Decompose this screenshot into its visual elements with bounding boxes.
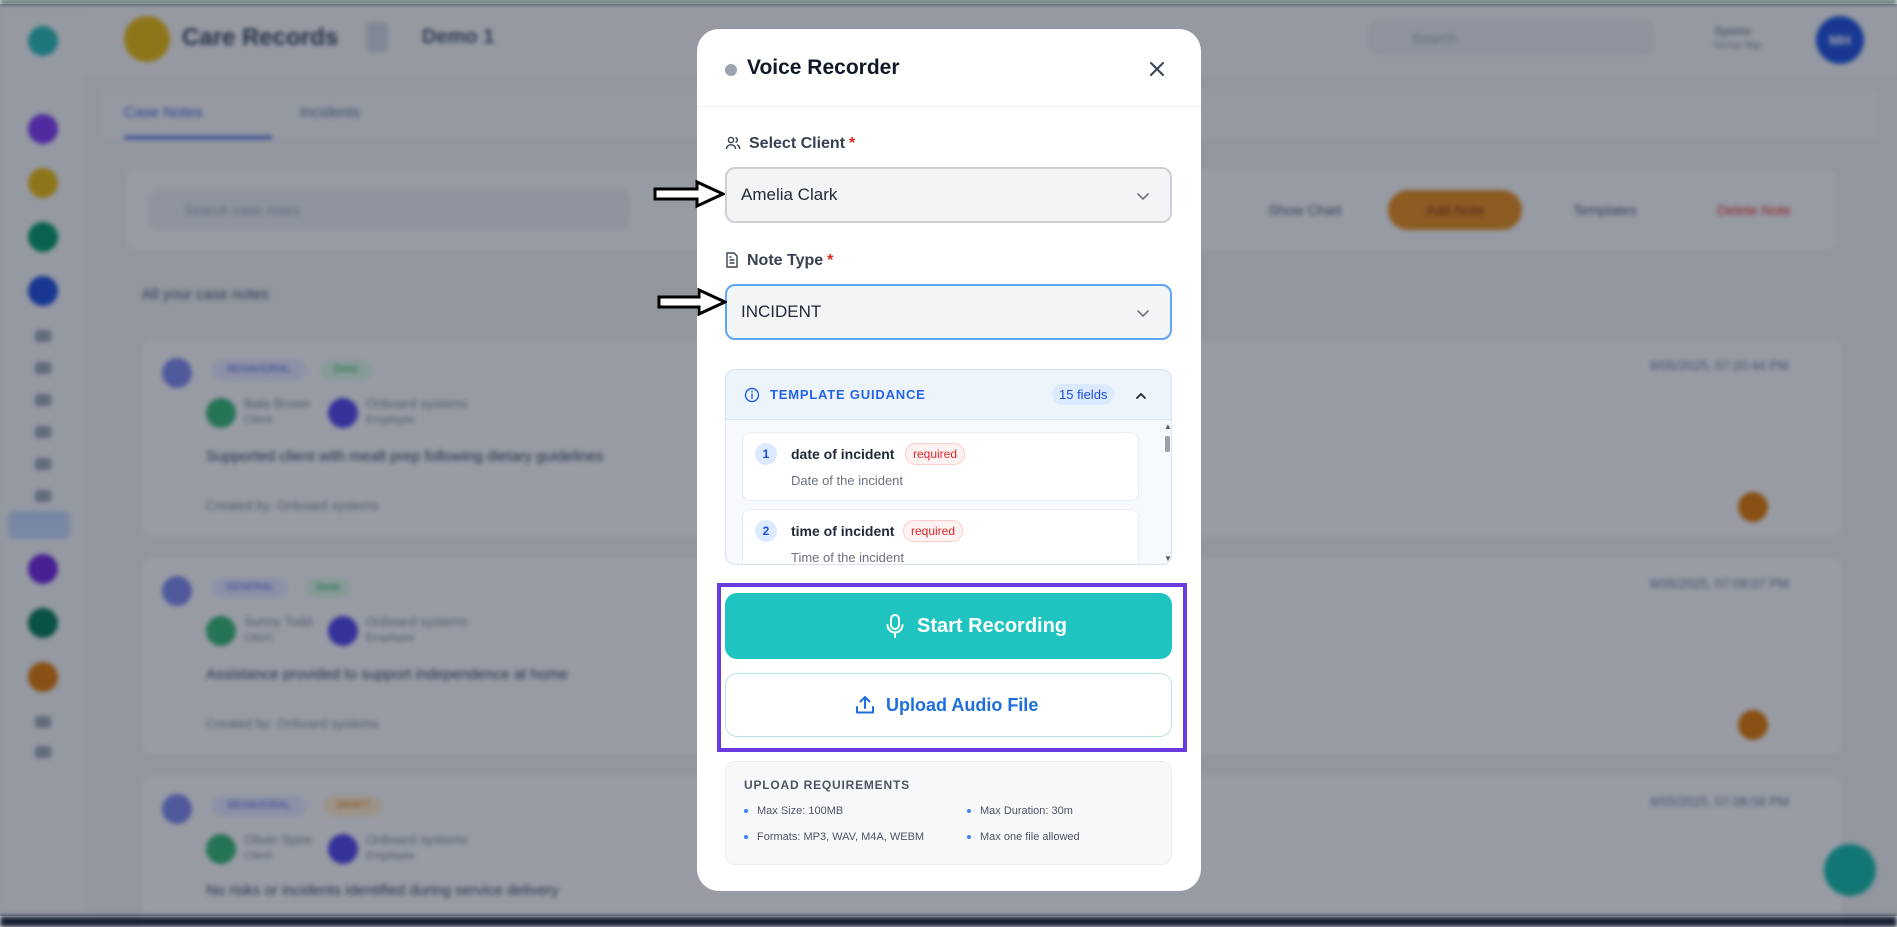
modal-title: Voice Recorder [747,56,900,79]
client-label: Select Client * [725,135,855,156]
required-badge: required [905,443,966,465]
required-badge: required [903,520,964,542]
field-name: time of incident [791,523,895,539]
client-label-text: Select Client [749,135,846,152]
users-icon [725,135,741,156]
scroll-down-arrow-icon[interactable]: ▼ [1164,554,1171,563]
client-select[interactable]: Amelia Clark [725,167,1172,223]
note-type-select-value: INCIDENT [741,302,822,321]
requirement-max-size: Max Size: 100MB [743,805,844,817]
chevron-up-icon[interactable] [1135,389,1147,407]
scroll-up-arrow-icon[interactable]: ▲ [1164,422,1171,431]
requirement-formats: Formats: MP3, WAV, M4A, WEBM [743,831,925,843]
template-guidance-header[interactable]: TEMPLATE GUIDANCE 15 fields [726,370,1171,420]
field-description: Time of the incident [791,550,904,565]
template-field-item: 1 date of incident required Date of the … [742,432,1139,501]
required-asterisk: * [849,135,856,152]
fields-count-badge: 15 fields [1052,384,1115,405]
recording-status-dot [725,64,737,76]
template-fields-list: 1 date of incident required Date of the … [742,432,1139,565]
template-guidance-panel: TEMPLATE GUIDANCE 15 fields 1 date of in… [725,369,1172,565]
template-guidance-title: TEMPLATE GUIDANCE [770,387,926,402]
close-icon[interactable] [1142,54,1172,84]
arrow-right-icon [657,287,727,317]
requirement-max-duration: Max Duration: 30m [967,805,1073,817]
info-icon [744,387,760,408]
field-description: Date of the incident [791,473,904,488]
required-asterisk: * [827,252,834,269]
upload-requirements: UPLOAD REQUIREMENTS Max Size: 100MB Max … [725,761,1172,865]
chevron-down-icon [1136,306,1150,325]
document-icon [725,252,739,273]
note-type-label: Note Type * [725,252,833,273]
modal-header: Voice Recorder [697,29,1201,107]
field-name: date of incident [791,446,895,462]
arrow-right-icon [653,179,725,209]
highlight-box [717,583,1187,752]
note-type-label-text: Note Type [747,252,824,269]
taskbar [0,916,1897,927]
scrollbar-thumb[interactable] [1165,436,1170,452]
upload-requirements-title: UPLOAD REQUIREMENTS [744,778,910,792]
chevron-down-icon [1136,189,1150,208]
requirement-max-files: Max one file allowed [967,831,1080,843]
client-select-value: Amelia Clark [741,185,838,204]
scrollbar[interactable]: ▲ ▼ [1162,420,1171,564]
field-number: 1 [755,443,777,465]
template-field-item: 2 time of incident required Time of the … [742,509,1139,565]
voice-recorder-modal: Voice Recorder Select Client * Amelia Cla… [697,29,1201,891]
field-number: 2 [755,520,777,542]
note-type-select[interactable]: INCIDENT [725,284,1172,340]
